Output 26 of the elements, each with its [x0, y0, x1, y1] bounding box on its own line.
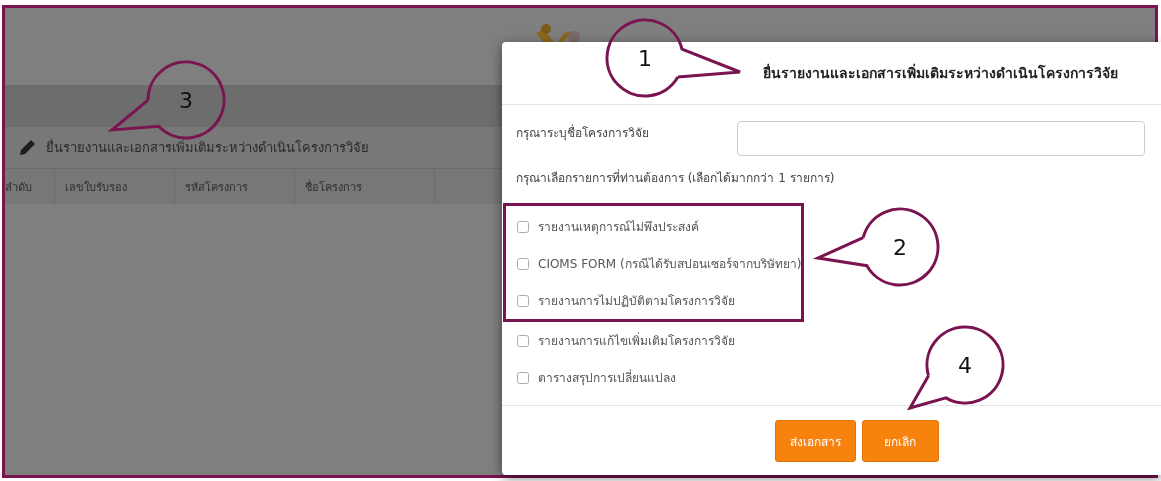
- cancel-button[interactable]: ยกเลิก: [861, 420, 939, 462]
- option-label: CIOMS FORM (กรณีได้รับสปอนเซอร์จากบริษัทยา): [538, 256, 802, 273]
- checkbox[interactable]: [517, 257, 529, 270]
- column-header: รหัสโครงการ: [175, 169, 295, 204]
- callout-number: 3: [179, 88, 193, 113]
- column-header: ลำดับ: [5, 169, 55, 204]
- checkbox[interactable]: [517, 371, 529, 384]
- callout-number: 4: [958, 353, 972, 378]
- checkbox[interactable]: [517, 220, 529, 233]
- callout-number: 2: [893, 235, 907, 260]
- callout-number: 1: [638, 46, 652, 71]
- option-label: รายงานการไม่ปฏิบัติตามโครงการวิจัย: [538, 293, 735, 310]
- instruction-text: กรุณาเลือกรายการที่ท่านต้องการ (เลือกได้มากกว่า 1 รายการ): [516, 168, 836, 187]
- column-header: ชื่อโครงการ: [295, 169, 435, 204]
- pencil-icon: [19, 139, 36, 156]
- option-label: รายงานการแก้ไขเพิ่มเติมโครงการวิจัย: [538, 331, 735, 350]
- column-header: เลขใบรับรอง: [55, 169, 175, 204]
- project-name-field[interactable]: [737, 121, 1145, 156]
- checkbox[interactable]: [517, 294, 529, 307]
- option-label: ตารางสรุปการเปลี่ยนแปลง: [538, 368, 676, 387]
- field-label: กรุณาระบุชื่อโครงการวิจัย: [516, 123, 649, 142]
- dialog-title: ยื่นรายงานและเอกสารเพิ่มเติมระหว่างดำเนินโครงการวิจัย: [763, 62, 1118, 83]
- submit-button[interactable]: ส่งเอกสาร: [774, 420, 856, 462]
- option-label: รายงานเหตุการณ์ไม่พึงประสงค์: [538, 219, 699, 236]
- section-title: ยื่นรายงานและเอกสารเพิ่มเติมระหว่างดำเนินโครงการวิจัย: [46, 138, 369, 157]
- checkbox[interactable]: [517, 334, 529, 347]
